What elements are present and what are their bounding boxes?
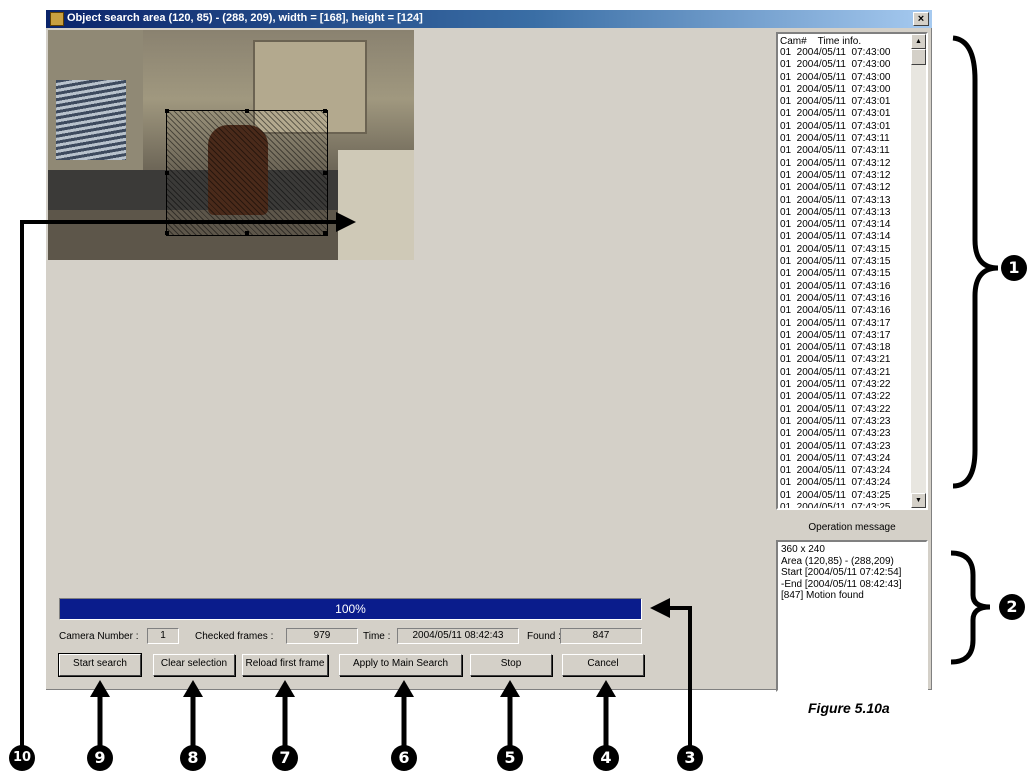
checked-frames-label: Checked frames : bbox=[195, 631, 274, 642]
selection-handle[interactable] bbox=[165, 171, 169, 175]
list-item[interactable]: 01 2004/05/11 07:43:22 bbox=[780, 391, 890, 403]
list-item[interactable]: 01 2004/05/11 07:43:21 bbox=[780, 367, 890, 379]
figure-caption: Figure 5.10a bbox=[808, 700, 890, 716]
scroll-down-icon[interactable]: ▼ bbox=[911, 493, 926, 508]
operation-message-box: 360 x 240 Area (120,85) - (288,209) Start … bbox=[776, 540, 928, 692]
brace-2 bbox=[950, 550, 991, 665]
operation-message-line: Area (120,85) - (288,209) bbox=[781, 555, 894, 567]
search-area-selection[interactable] bbox=[165, 109, 328, 236]
callout-3: 3 bbox=[677, 745, 703, 771]
list-item[interactable]: 01 2004/05/11 07:43:16 bbox=[780, 305, 890, 317]
found-value: 847 bbox=[560, 628, 642, 644]
callout-5: 5 bbox=[497, 745, 523, 771]
list-item[interactable]: 01 2004/05/11 07:43:23 bbox=[780, 416, 890, 428]
selection-handle[interactable] bbox=[323, 109, 327, 113]
checked-frames-value: 979 bbox=[286, 628, 358, 644]
list-item[interactable]: 01 2004/05/11 07:43:12 bbox=[780, 170, 890, 182]
time-value: 2004/05/11 08:42:43 bbox=[397, 628, 519, 644]
list-item[interactable]: 01 2004/05/11 07:43:16 bbox=[780, 281, 890, 293]
close-button[interactable]: × bbox=[913, 12, 929, 26]
video-window-blinds bbox=[56, 80, 126, 160]
button-arrows bbox=[90, 680, 616, 748]
list-item[interactable]: 01 2004/05/11 07:43:21 bbox=[780, 354, 890, 366]
stop-button[interactable]: Stop bbox=[470, 654, 552, 676]
list-item[interactable]: 01 2004/05/11 07:43:23 bbox=[780, 428, 890, 440]
operation-message-line: 360 x 240 bbox=[781, 544, 825, 555]
list-item[interactable]: 01 2004/05/11 07:43:00 bbox=[780, 72, 890, 84]
list-item[interactable]: 01 2004/05/11 07:43:23 bbox=[780, 441, 890, 453]
list-item[interactable]: 01 2004/05/11 07:43:01 bbox=[780, 96, 890, 108]
list-item[interactable]: 01 2004/05/11 07:43:12 bbox=[780, 182, 890, 194]
clear-selection-button[interactable]: Clear selection bbox=[153, 654, 235, 676]
scroll-up-icon[interactable]: ▲ bbox=[911, 34, 926, 49]
camera-number-value: 1 bbox=[147, 628, 179, 644]
list-item[interactable]: 01 2004/05/11 07:43:01 bbox=[780, 108, 890, 120]
app-icon bbox=[50, 12, 64, 26]
callout-6: 6 bbox=[391, 745, 417, 771]
list-item[interactable]: 01 2004/05/11 07:43:12 bbox=[780, 158, 890, 170]
list-item[interactable]: 01 2004/05/11 07:43:25 bbox=[780, 502, 890, 508]
list-item[interactable]: 01 2004/05/11 07:43:11 bbox=[780, 133, 890, 145]
list-item[interactable]: 01 2004/05/11 07:43:18 bbox=[780, 342, 890, 354]
operation-message-label: Operation message bbox=[808, 522, 896, 533]
list-item[interactable]: 01 2004/05/11 07:43:00 bbox=[780, 47, 890, 59]
video-frame[interactable] bbox=[48, 30, 414, 260]
result-list-header: Cam# Time info. bbox=[780, 36, 862, 47]
progress-label: 100% bbox=[335, 602, 366, 616]
selection-handle[interactable] bbox=[323, 171, 327, 175]
camera-number-label: Camera Number : bbox=[59, 631, 139, 642]
list-item[interactable]: 01 2004/05/11 07:43:11 bbox=[780, 145, 890, 157]
list-item[interactable]: 01 2004/05/11 07:43:00 bbox=[780, 59, 890, 71]
list-item[interactable]: 01 2004/05/11 07:43:15 bbox=[780, 256, 890, 268]
video-cabinet bbox=[338, 150, 414, 260]
operation-message-line: [847] Motion found bbox=[781, 590, 864, 601]
list-item[interactable]: 01 2004/05/11 07:43:00 bbox=[780, 84, 890, 96]
list-item[interactable]: 01 2004/05/11 07:43:22 bbox=[780, 404, 890, 416]
list-item[interactable]: 01 2004/05/11 07:43:15 bbox=[780, 244, 890, 256]
apply-to-main-search-button[interactable]: Apply to Main Search bbox=[339, 654, 462, 676]
selection-handle[interactable] bbox=[245, 109, 249, 113]
list-item[interactable]: 01 2004/05/11 07:43:24 bbox=[780, 453, 890, 465]
list-item[interactable]: 01 2004/05/11 07:43:14 bbox=[780, 231, 890, 243]
window-title: Object search area (120, 85) - (288, 209… bbox=[67, 12, 423, 24]
reload-first-frame-button[interactable]: Reload first frame bbox=[242, 654, 328, 676]
list-item[interactable]: 01 2004/05/11 07:43:13 bbox=[780, 207, 890, 219]
list-item[interactable]: 01 2004/05/11 07:43:24 bbox=[780, 477, 890, 489]
selection-handle[interactable] bbox=[165, 231, 169, 235]
list-item[interactable]: 01 2004/05/11 07:43:22 bbox=[780, 379, 890, 391]
brace-1 bbox=[952, 35, 999, 489]
list-item[interactable]: 01 2004/05/11 07:43:24 bbox=[780, 465, 890, 477]
progress-bar: 100% bbox=[59, 598, 642, 620]
callout-7: 7 bbox=[272, 745, 298, 771]
list-item[interactable]: 01 2004/05/11 07:43:13 bbox=[780, 195, 890, 207]
callout-8: 8 bbox=[180, 745, 206, 771]
list-item[interactable]: 01 2004/05/11 07:43:25 bbox=[780, 490, 890, 502]
list-item[interactable]: 01 2004/05/11 07:43:17 bbox=[780, 330, 890, 342]
cancel-button[interactable]: Cancel bbox=[562, 654, 644, 676]
list-item[interactable]: 01 2004/05/11 07:43:14 bbox=[780, 219, 890, 231]
result-list-scrollbar[interactable]: ▲ ▼ bbox=[911, 34, 926, 508]
selection-handle[interactable] bbox=[245, 231, 249, 235]
callout-9: 9 bbox=[87, 745, 113, 771]
object-search-window: Object search area (120, 85) - (288, 209… bbox=[46, 10, 932, 692]
result-list[interactable]: Cam# Time info. 01 2004/05/11 07:43:00 01… bbox=[776, 32, 928, 510]
selection-handle[interactable] bbox=[323, 231, 327, 235]
list-item[interactable]: 01 2004/05/11 07:43:16 bbox=[780, 293, 890, 305]
result-list-rows: 01 2004/05/11 07:43:00 01 2004/05/11 07:4… bbox=[780, 47, 890, 508]
list-item[interactable]: 01 2004/05/11 07:43:01 bbox=[780, 121, 890, 133]
callout-1: 1 bbox=[1001, 255, 1027, 281]
found-label: Found : bbox=[527, 631, 561, 642]
time-label: Time : bbox=[363, 631, 391, 642]
operation-message-line: -End [2004/05/11 08:42:43] bbox=[781, 578, 902, 590]
operation-message-line: Start [2004/05/11 07:42:54] bbox=[781, 567, 902, 578]
list-item[interactable]: 01 2004/05/11 07:43:15 bbox=[780, 268, 890, 280]
scroll-thumb[interactable] bbox=[911, 49, 926, 65]
list-item[interactable]: 01 2004/05/11 07:43:17 bbox=[780, 318, 890, 330]
title-bar[interactable]: Object search area (120, 85) - (288, 209… bbox=[46, 10, 932, 28]
start-search-button[interactable]: Start search bbox=[58, 653, 142, 677]
callout-10: 10 bbox=[9, 745, 35, 771]
callout-2: 2 bbox=[999, 594, 1025, 620]
selection-handle[interactable] bbox=[165, 109, 169, 113]
callout-4: 4 bbox=[593, 745, 619, 771]
